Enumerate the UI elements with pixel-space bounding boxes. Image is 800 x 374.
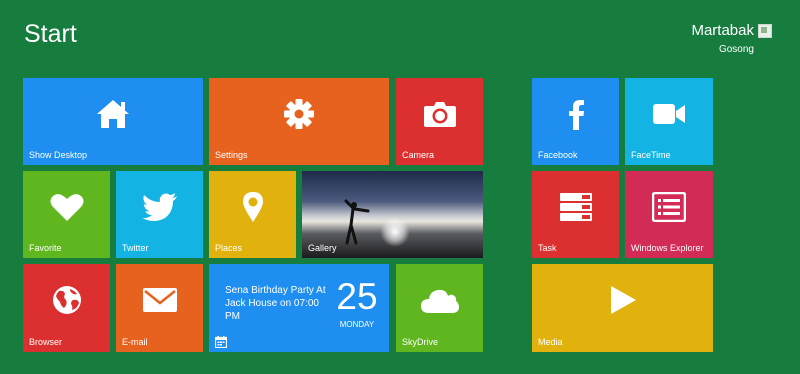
- tile-label: Windows Explorer: [631, 243, 704, 253]
- tile-label: Facebook: [538, 150, 578, 160]
- tile-label: Favorite: [29, 243, 62, 253]
- envelope-icon: [142, 288, 177, 312]
- tile-task[interactable]: Task: [532, 171, 619, 258]
- tile-label: Gallery: [308, 243, 337, 253]
- play-icon: [610, 286, 636, 314]
- tile-places[interactable]: Places: [209, 171, 296, 258]
- tile-browser[interactable]: Browser: [23, 264, 110, 352]
- tile-windows-explorer[interactable]: Windows Explorer: [625, 171, 713, 258]
- tile-skydrive[interactable]: SkyDrive: [396, 264, 483, 352]
- tile-label: SkyDrive: [402, 337, 439, 347]
- tile-label: Show Desktop: [29, 150, 88, 160]
- house-icon: [97, 99, 129, 128]
- gear-icon: [284, 98, 314, 129]
- calendar-event: Sena Birthday Party At Jack House on 07:…: [225, 285, 326, 322]
- silhouette-figure: [344, 199, 370, 245]
- tile-label: Task: [538, 243, 557, 253]
- calendar-weekday: MONDAY: [339, 320, 375, 329]
- tile-gallery[interactable]: Gallery: [302, 171, 483, 258]
- tile-label: Twitter: [122, 243, 149, 253]
- tile-facetime[interactable]: FaceTime: [625, 78, 713, 165]
- tile-calendar[interactable]: Sena Birthday Party At Jack House on 07:…: [209, 264, 389, 352]
- facebook-icon: [568, 99, 584, 130]
- tile-label: Places: [215, 243, 243, 253]
- tile-email[interactable]: E-mail: [116, 264, 203, 352]
- video-camera-icon: [653, 103, 685, 124]
- calendar-icon: [215, 336, 227, 348]
- user-panel[interactable]: Martabak Gosong: [691, 22, 772, 55]
- globe-icon: [52, 286, 81, 314]
- tile-media[interactable]: Media: [532, 264, 713, 352]
- tile-show-desktop[interactable]: Show Desktop: [23, 78, 203, 165]
- tile-label: Media: [538, 337, 563, 347]
- tile-label: E-mail: [122, 337, 148, 347]
- camera-icon: [423, 101, 456, 127]
- avatar[interactable]: [758, 23, 772, 38]
- page-title: Start: [24, 20, 77, 48]
- heart-icon: [50, 193, 83, 221]
- cloud-icon: [420, 289, 459, 313]
- map-pin-icon: [242, 191, 263, 222]
- tile-label: Settings: [215, 150, 248, 160]
- tile-settings[interactable]: Settings: [209, 78, 389, 165]
- user-subtitle: Gosong: [718, 44, 754, 55]
- list-icon: [652, 191, 686, 222]
- tile-label: Camera: [402, 150, 435, 160]
- calendar-day: 25: [336, 276, 378, 317]
- tile-favorite[interactable]: Favorite: [23, 171, 110, 258]
- tile-label: Browser: [29, 337, 63, 347]
- tile-twitter[interactable]: Twitter: [116, 171, 203, 258]
- server-icon: [559, 192, 592, 221]
- tile-facebook[interactable]: Facebook: [532, 78, 619, 165]
- tile-label: FaceTime: [631, 150, 671, 160]
- tile-camera[interactable]: Camera: [396, 78, 483, 165]
- user-name: Martabak: [691, 22, 754, 40]
- bird-icon: [141, 192, 177, 221]
